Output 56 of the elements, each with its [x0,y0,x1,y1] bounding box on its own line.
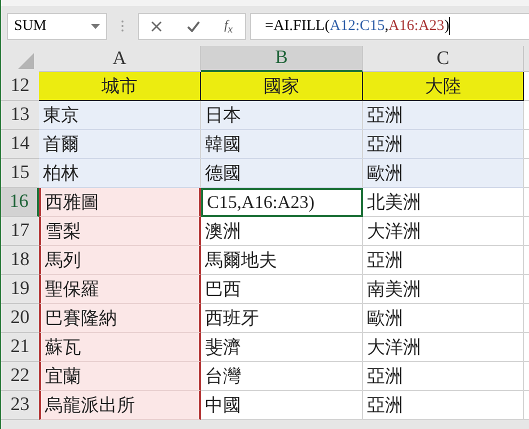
table-cell: 馬列 [39,246,201,275]
row-header[interactable]: 15 [1,159,39,188]
row-header[interactable]: 14 [1,130,39,159]
row-header[interactable]: 21 [1,333,39,362]
table-cell: 亞洲 [363,246,524,275]
table-cell: 亞洲 [363,101,524,130]
table-cell: C15,A16:A23) [201,188,363,217]
table-cell: 國家 [201,72,363,101]
table-cell: 大洋洲 [363,333,524,362]
table-cell: 南美洲 [363,275,524,304]
table-cell: 歐洲 [363,159,524,188]
table-cell: 烏龍派出所 [39,391,201,420]
row-header[interactable]: 17 [1,217,39,246]
table-cell: 西雅圖 [39,188,201,217]
table-cell: 韓國 [201,130,363,159]
row-header[interactable]: 19 [1,275,39,304]
table-cell: 宜蘭 [39,362,201,391]
formula-field[interactable]: =AI.FILL(A12:C15,A16:A23) [250,12,529,40]
table-cell: 雪梨 [39,217,201,246]
table-cell: 亞洲 [363,391,524,420]
table-cell: 西班牙 [201,304,363,333]
table-cell: 亞洲 [363,130,524,159]
name-box[interactable]: SUM [7,12,107,40]
table-cell: 巴賽隆納 [39,304,201,333]
table-cell: 台灣 [201,362,363,391]
column-header[interactable]: B [201,46,363,72]
table-cell: 巴西 [201,275,363,304]
table-cell: 馬爾地夫 [201,246,363,275]
table-cell: 德國 [201,159,363,188]
row-header[interactable]: 12 [1,72,39,101]
table-cell: 城市 [39,72,201,101]
table-cell: 首爾 [39,130,201,159]
row-header[interactable]: 16 [1,188,39,217]
table-cell: 大洋洲 [363,217,524,246]
table-cell: 中國 [201,391,363,420]
table-cell: 歐洲 [363,304,524,333]
table-cell: 東京 [39,101,201,130]
table-cell: 蘇瓦 [39,333,201,362]
row-header[interactable]: 20 [1,304,39,333]
row-header[interactable]: 18 [1,246,39,275]
table-cell: 亞洲 [363,362,524,391]
table-cell: 澳洲 [201,217,363,246]
cancel-icon[interactable] [151,20,162,32]
checkmark-icon[interactable] [186,20,200,32]
table-cell: 聖保羅 [39,275,201,304]
table-cell: 柏林 [39,159,201,188]
table-cell: 斐濟 [201,333,363,362]
row-header[interactable]: 23 [1,391,39,420]
insert-function-button[interactable]: f$_{x}$ [224,16,233,36]
table-cell: 日本 [201,101,363,130]
caret-icon[interactable] [91,24,100,28]
drag-handle-icon[interactable] [121,20,124,32]
row-header[interactable]: 13 [1,101,39,130]
table-cell: 北美洲 [363,188,524,217]
row-header[interactable]: 22 [1,362,39,391]
table-cell: 大陸 [363,72,524,101]
